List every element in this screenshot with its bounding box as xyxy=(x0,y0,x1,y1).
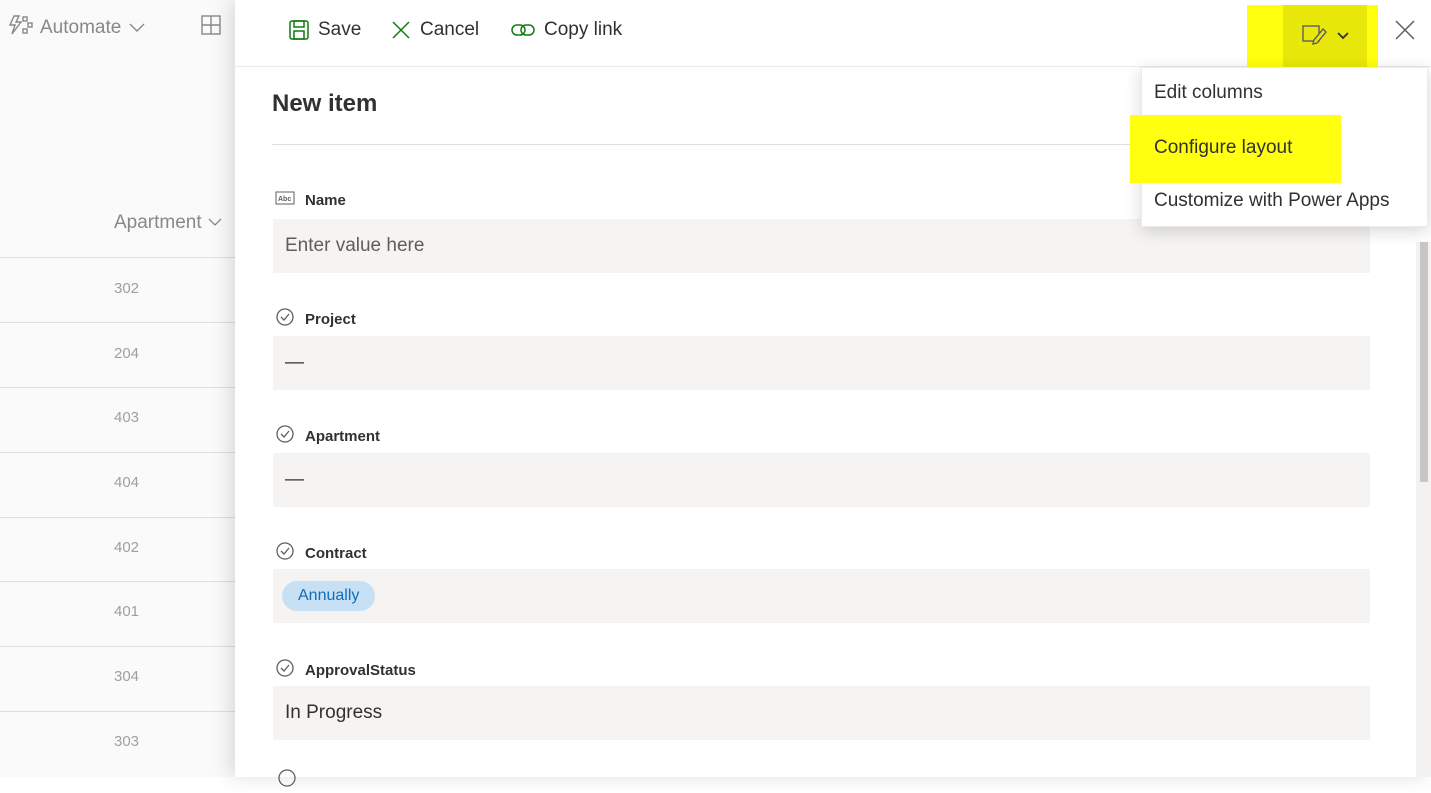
project-lookup-field[interactable]: — xyxy=(273,336,1370,390)
save-label: Save xyxy=(318,19,362,40)
table-cell: 304 xyxy=(114,668,140,685)
scrollbar-thumb[interactable] xyxy=(1420,242,1428,482)
row-divider xyxy=(0,257,235,258)
field-label-text: Contract xyxy=(305,544,367,562)
row-divider xyxy=(0,517,235,518)
table-cell: 402 xyxy=(114,539,140,556)
link-icon xyxy=(510,19,536,41)
form-format-menu: Edit columns Configure layout Customize … xyxy=(1130,67,1428,227)
field-label-text: Project xyxy=(305,310,356,328)
table-cell: 302 xyxy=(114,280,140,297)
save-button[interactable]: Save xyxy=(288,19,361,41)
text-field-icon: Abc xyxy=(275,191,295,209)
check-circle-icon xyxy=(275,424,295,448)
chevron-down-icon xyxy=(1337,27,1349,45)
menu-item-configure-layout[interactable]: Configure layout xyxy=(1154,137,1292,159)
check-circle-icon xyxy=(275,307,295,331)
apartment-lookup-field[interactable]: — xyxy=(273,453,1370,507)
menu-item-customize-power-apps[interactable]: Customize with Power Apps xyxy=(1154,190,1390,212)
approval-status-field[interactable]: In Progress xyxy=(273,686,1370,740)
integrate-button[interactable] xyxy=(200,14,222,42)
scrollbar[interactable] xyxy=(1416,242,1431,777)
contract-choice-field[interactable]: Annually xyxy=(273,569,1370,623)
row-divider xyxy=(0,581,235,582)
field-value: — xyxy=(285,352,304,373)
menu-item-edit-columns[interactable]: Edit columns xyxy=(1154,82,1263,104)
name-input[interactable]: Enter value here xyxy=(273,219,1370,273)
field-label-name: Abc Name xyxy=(275,191,346,209)
field-value: In Progress xyxy=(285,702,383,723)
grid-layout-icon xyxy=(200,14,222,42)
chevron-down-icon xyxy=(208,212,222,234)
highlight-annotation xyxy=(1247,5,1378,73)
field-label-text: Apartment xyxy=(305,427,381,445)
cancel-button[interactable]: Cancel xyxy=(390,19,479,41)
row-divider xyxy=(0,646,235,647)
row-divider xyxy=(0,452,235,453)
row-divider xyxy=(0,322,235,323)
cancel-label: Cancel xyxy=(420,19,480,40)
close-panel-button[interactable] xyxy=(1393,18,1421,46)
field-label-project: Project xyxy=(275,307,356,331)
field-label-text: ApprovalStatus xyxy=(305,661,416,679)
field-value: — xyxy=(285,469,304,490)
table-cell: 401 xyxy=(114,603,140,620)
automate-label: Automate xyxy=(40,17,122,38)
check-circle-icon xyxy=(275,658,295,682)
automate-icon xyxy=(8,14,34,42)
copy-link-button[interactable]: Copy link xyxy=(510,19,622,41)
table-cell: 404 xyxy=(114,474,140,491)
check-circle-icon xyxy=(277,768,297,793)
field-label-apartment: Apartment xyxy=(275,424,380,448)
close-icon xyxy=(1393,20,1417,46)
row-divider xyxy=(0,711,235,712)
form-format-button[interactable] xyxy=(1283,5,1367,67)
name-placeholder: Enter value here xyxy=(285,235,425,256)
field-label-contract: Contract xyxy=(275,541,367,565)
row-divider xyxy=(0,387,235,388)
close-icon xyxy=(390,19,412,41)
choice-pill: Annually xyxy=(282,581,376,611)
chevron-down-icon xyxy=(129,17,145,39)
save-icon xyxy=(288,19,310,41)
svg-text:Abc: Abc xyxy=(278,196,291,203)
panel-command-bar: Save Cancel Copy link xyxy=(235,0,1431,73)
field-label-text: Name xyxy=(305,191,346,209)
automate-button[interactable]: Automate xyxy=(8,14,145,42)
check-circle-icon xyxy=(275,541,295,565)
field-label-approval-status: ApprovalStatus xyxy=(275,658,416,682)
table-cell: 403 xyxy=(114,409,140,426)
column-header-apartment[interactable]: Apartment xyxy=(114,212,222,234)
column-header-label: Apartment xyxy=(114,212,202,233)
table-cell: 204 xyxy=(114,345,140,362)
copy-link-label: Copy link xyxy=(544,19,623,40)
edit-form-icon xyxy=(1301,23,1327,50)
page-title: New item xyxy=(272,90,378,117)
table-cell: 303 xyxy=(114,733,140,750)
